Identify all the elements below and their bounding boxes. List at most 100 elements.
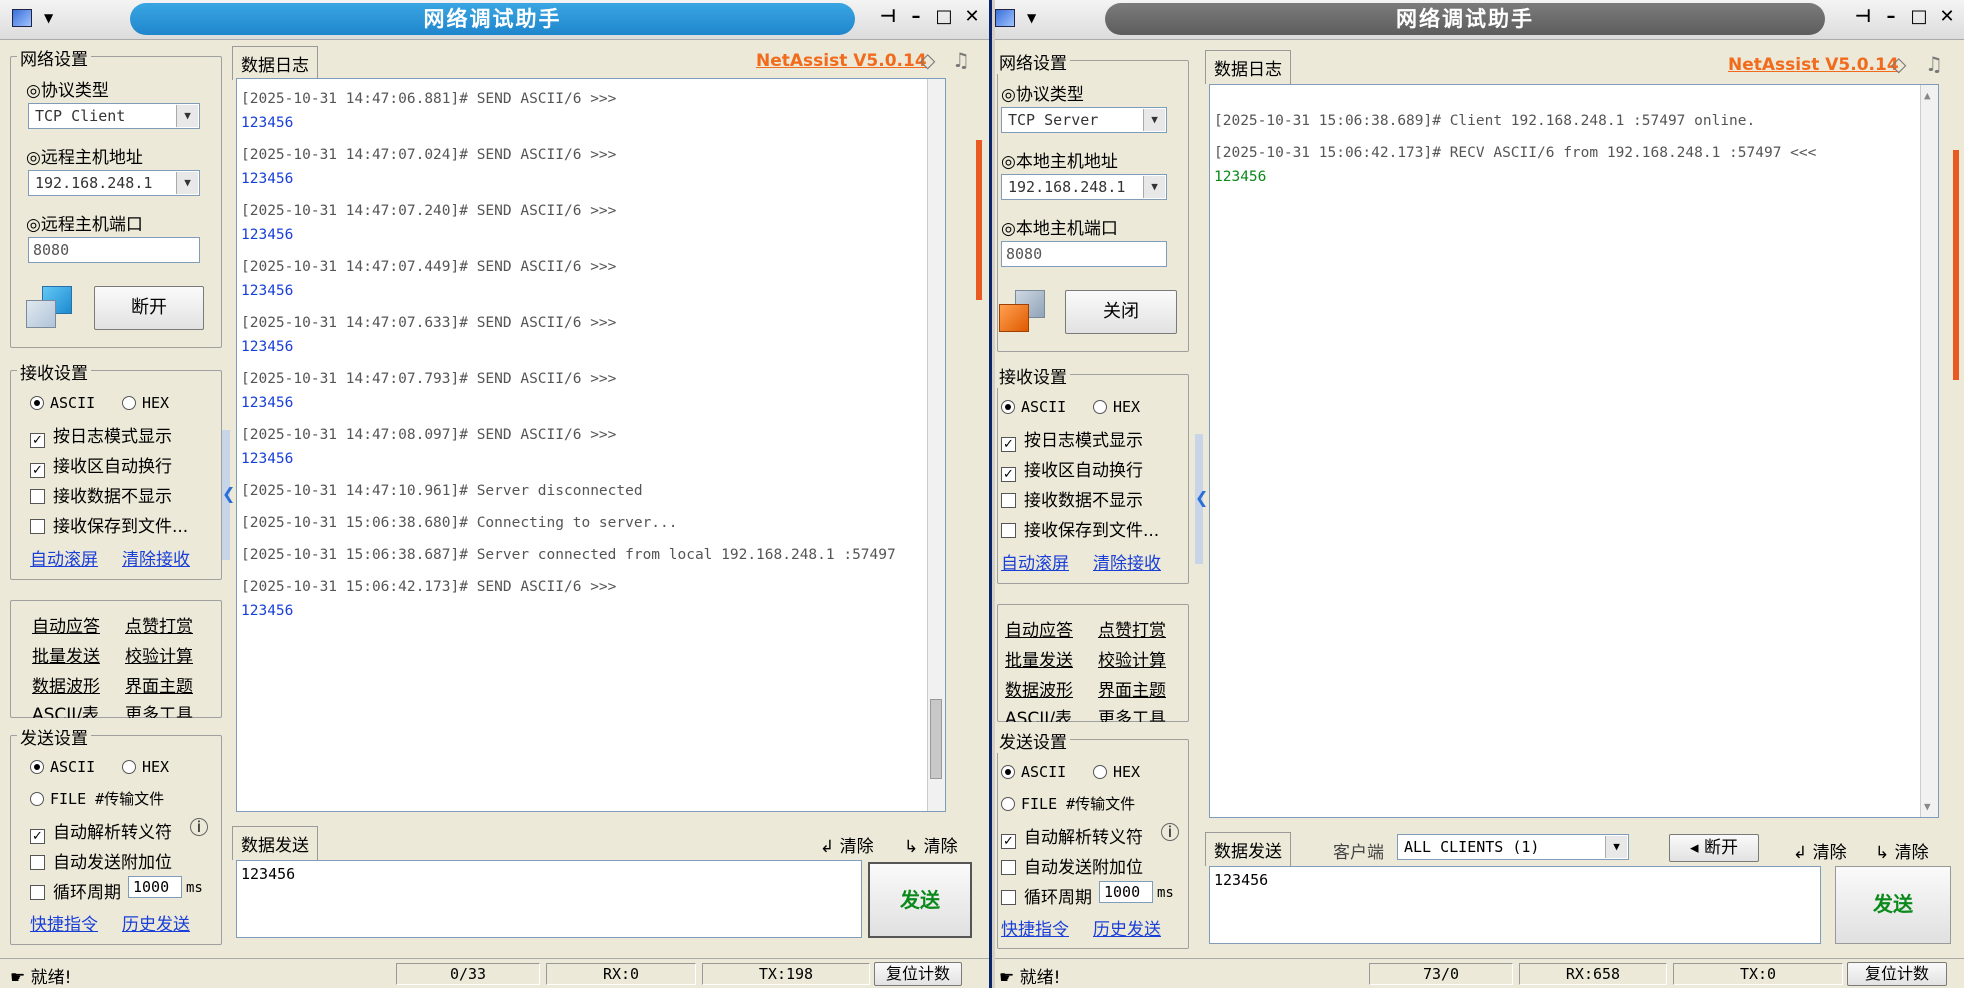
minimize-button[interactable]: –	[1880, 6, 1902, 27]
brand-link[interactable]: NetAssist V5.0.14	[756, 51, 927, 71]
system-menu[interactable]: ▼	[12, 8, 72, 32]
protocol-select[interactable]: TCP Server ▼	[1001, 107, 1167, 133]
save-file-checkbox[interactable]: 接收保存到文件...	[30, 512, 188, 537]
port-input[interactable]: 8080	[1001, 241, 1167, 267]
bell-icon[interactable]: ♫	[952, 48, 970, 72]
tool-batch-send[interactable]: 批量发送	[32, 642, 100, 667]
send-ascii-radio[interactable]: ASCII	[30, 758, 95, 776]
auto-scroll-link[interactable]: 自动滚屏	[30, 545, 98, 570]
protocol-label: ◎协议类型	[1001, 85, 1084, 105]
port-input[interactable]: 8080	[28, 237, 200, 263]
tab-data-log[interactable]: 数据日志	[232, 46, 318, 80]
tool-ascii-table[interactable]: ASCII/表	[1005, 704, 1072, 722]
auto-scroll-link[interactable]: 自动滚屏	[1001, 549, 1069, 574]
tool-checksum[interactable]: 校验计算	[1098, 646, 1166, 671]
append-checkbox[interactable]: 自动发送附加位	[30, 848, 172, 873]
maximize-button[interactable]: □	[1908, 6, 1930, 27]
tool-theme[interactable]: 界面主题	[125, 672, 193, 697]
tool-reward[interactable]: 点赞打赏	[1098, 616, 1166, 641]
close-server-button[interactable]: 关闭	[1065, 290, 1177, 334]
collapse-icon[interactable]: ❮	[1195, 488, 1208, 507]
history-link[interactable]: 历史发送	[1093, 915, 1161, 940]
log-scrollbar[interactable]	[927, 79, 945, 811]
tool-batch-send[interactable]: 批量发送	[1005, 646, 1073, 671]
tab-data-send[interactable]: 数据发送	[232, 826, 318, 860]
send-button[interactable]: 发送	[1835, 866, 1951, 944]
tool-ascii-table[interactable]: ASCII/表	[32, 700, 99, 718]
log-mode-checkbox[interactable]: ✓ 按日志模式显示	[30, 422, 172, 448]
reset-count-button[interactable]: 复位计数	[874, 962, 962, 986]
tab-data-log[interactable]: 数据日志	[1205, 50, 1291, 84]
tool-checksum[interactable]: 校验计算	[125, 642, 193, 667]
tool-reward[interactable]: 点赞打赏	[125, 612, 193, 637]
send-button[interactable]: 发送	[868, 862, 972, 938]
save-file-checkbox[interactable]: 接收保存到文件...	[1001, 516, 1159, 541]
disconnect-client-button[interactable]: ◂ 断开	[1669, 834, 1759, 862]
tool-more[interactable]: 更多工具	[1098, 704, 1166, 722]
close-button[interactable]: ✕	[961, 6, 983, 27]
send-input[interactable]: 123456	[1209, 866, 1821, 944]
cycle-checkbox[interactable]: 循环周期	[30, 878, 121, 903]
recv-ascii-radio[interactable]: ASCII	[1001, 398, 1066, 416]
tool-theme[interactable]: 界面主题	[1098, 676, 1166, 701]
tool-waveform[interactable]: 数据波形	[32, 672, 100, 697]
client-select[interactable]: ALL CLIENTS (1) ▼	[1397, 834, 1629, 860]
scroll-up-icon[interactable]: ▲	[1924, 89, 1931, 102]
clear-receive-link[interactable]: 清除接收	[1093, 549, 1161, 574]
send-hex-radio[interactable]: HEX	[1093, 763, 1140, 781]
pin-icon[interactable]: ⊣	[1852, 6, 1874, 27]
recv-hex-radio[interactable]: HEX	[1093, 398, 1140, 416]
auto-escape-checkbox[interactable]: ✓ 自动解析转义符	[1001, 823, 1143, 849]
diamond-icon[interactable]: ◇	[920, 48, 935, 72]
clear-send-1[interactable]: ↲ 清除	[1793, 838, 1847, 863]
receive-log[interactable]: [2025-10-31 14:47:06.881]# SEND ASCII/6 …	[236, 78, 946, 812]
host-select[interactable]: 192.168.248.1 ▼	[28, 170, 200, 196]
send-ascii-radio[interactable]: ASCII	[1001, 763, 1066, 781]
log-scrollbar[interactable]: ▲ ▼	[1920, 85, 1938, 817]
tool-more[interactable]: 更多工具	[125, 700, 193, 718]
clear-send-2[interactable]: ↳ 清除	[904, 832, 958, 857]
reset-count-button[interactable]: 复位计数	[1847, 962, 1947, 986]
pin-icon[interactable]: ⊣	[877, 6, 899, 27]
send-input[interactable]: 123456	[236, 860, 862, 938]
clear-send-2[interactable]: ↳ 清除	[1875, 838, 1929, 863]
hide-data-checkbox[interactable]: 接收数据不显示	[1001, 486, 1143, 511]
tool-auto-reply[interactable]: 自动应答	[1005, 616, 1073, 641]
disconnect-button[interactable]: 断开	[94, 286, 204, 330]
scroll-down-icon[interactable]: ▼	[1924, 800, 1931, 813]
scroll-thumb[interactable]	[930, 699, 942, 779]
recv-hex-radio[interactable]: HEX	[122, 394, 169, 412]
auto-escape-checkbox[interactable]: ✓ 自动解析转义符	[30, 818, 172, 844]
receive-log[interactable]: [2025-10-31 15:06:38.689]# Client 192.16…	[1209, 84, 1939, 818]
append-checkbox[interactable]: 自动发送附加位	[1001, 853, 1143, 878]
cycle-checkbox[interactable]: 循环周期	[1001, 883, 1092, 908]
bell-icon[interactable]: ♫	[1925, 52, 1943, 76]
send-file-radio[interactable]: FILE #传输文件	[30, 788, 164, 809]
clear-send-1[interactable]: ↲ 清除	[820, 832, 874, 857]
history-link[interactable]: 历史发送	[122, 910, 190, 935]
brand-link[interactable]: NetAssist V5.0.14	[1728, 55, 1899, 75]
diamond-icon[interactable]: ◇	[1891, 52, 1906, 76]
protocol-select[interactable]: TCP Client ▼	[28, 103, 200, 129]
tab-data-send[interactable]: 数据发送	[1205, 832, 1291, 866]
system-menu[interactable]: ▼	[995, 8, 1055, 32]
send-file-radio[interactable]: FILE #传输文件	[1001, 793, 1135, 814]
shortcuts-link[interactable]: 快捷指令	[30, 910, 98, 935]
auto-wrap-checkbox[interactable]: ✓ 接收区自动换行	[1001, 456, 1143, 482]
cycle-input[interactable]: 1000	[1099, 881, 1153, 903]
host-select[interactable]: 192.168.248.1 ▼	[1001, 174, 1167, 200]
maximize-button[interactable]: □	[933, 6, 955, 27]
send-hex-radio[interactable]: HEX	[122, 758, 169, 776]
clear-receive-link[interactable]: 清除接收	[122, 545, 190, 570]
cycle-input[interactable]: 1000	[128, 876, 182, 898]
minimize-button[interactable]: –	[905, 6, 927, 27]
auto-wrap-checkbox[interactable]: ✓ 接收区自动换行	[30, 452, 172, 478]
collapse-icon[interactable]: ❮	[222, 484, 235, 503]
tool-auto-reply[interactable]: 自动应答	[32, 612, 100, 637]
recv-ascii-radio[interactable]: ASCII	[30, 394, 95, 412]
shortcuts-link[interactable]: 快捷指令	[1001, 915, 1069, 940]
tool-waveform[interactable]: 数据波形	[1005, 676, 1073, 701]
log-mode-checkbox[interactable]: ✓ 按日志模式显示	[1001, 426, 1143, 452]
close-button[interactable]: ✕	[1936, 6, 1958, 27]
hide-data-checkbox[interactable]: 接收数据不显示	[30, 482, 172, 507]
